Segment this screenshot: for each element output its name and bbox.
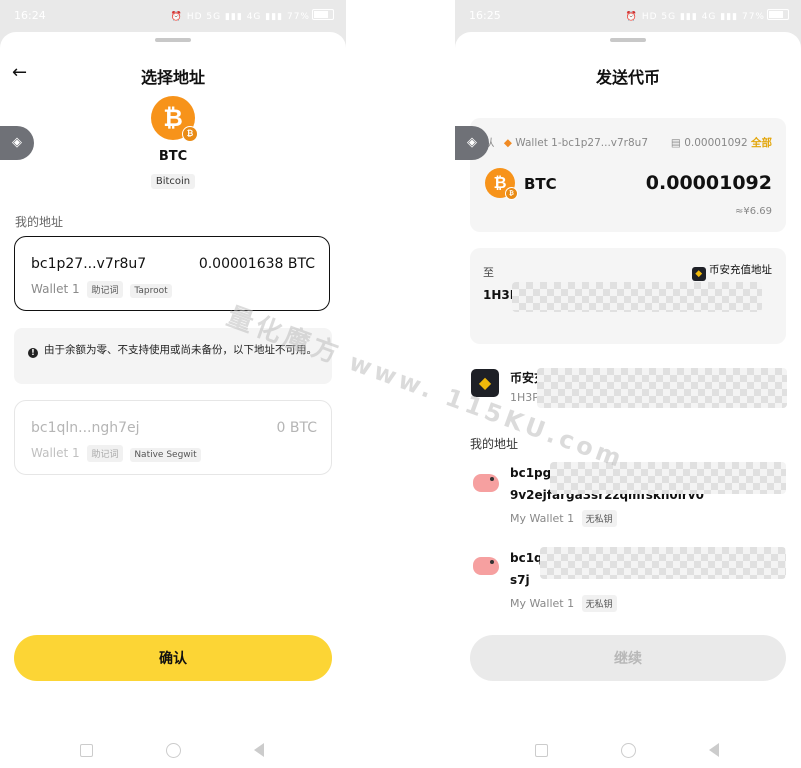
left-phone-screen: 16:24 ⏰ HD 5G ▮▮▮ 4G ▮▮▮ 77% ← 选择地址 ₿ ₿ B… <box>0 0 346 768</box>
address-text: bc1qln...ngh7ej <box>31 420 140 436</box>
status-bar: 16:24 ⏰ HD 5G ▮▮▮ 4G ▮▮▮ 77% <box>0 0 346 32</box>
sheet-handle[interactable] <box>155 38 191 42</box>
nav-home-icon[interactable] <box>166 743 181 758</box>
address-type-badge: Taproot <box>130 284 172 298</box>
coin-name-wrap: Bitcoin <box>0 169 346 189</box>
select-address-sheet: ← 选择地址 ₿ ₿ BTC Bitcoin 我的地址 bc1p27...v7r8… <box>0 32 346 732</box>
section-label-my-address: 我的地址 <box>470 437 519 451</box>
token-symbol[interactable]: BTC <box>524 175 557 193</box>
redacted-address-mask <box>512 282 762 312</box>
address-balance: 0 BTC <box>276 420 317 436</box>
btc-coin-icon: ₿ ₿ <box>151 96 198 142</box>
wallet-name: Wallet 1 <box>31 282 80 296</box>
battery-percent: 77% <box>741 12 765 22</box>
my-address-item-1[interactable]: bc1pgg 9v2ejfarga3sr2zqmfskn0lrv0 My Wal… <box>455 462 801 528</box>
address-meta: Wallet 1 助记词 Taproot <box>31 281 172 298</box>
address-meta: My Wallet 1 无私钥 <box>510 595 617 612</box>
status-icons: ⏰ HD 5G ▮▮▮ 4G ▮▮▮ 77% <box>171 9 334 22</box>
nav-back-icon[interactable] <box>254 743 264 757</box>
side-float-tab-icon[interactable]: ◈ <box>455 126 489 160</box>
address-balance: 0.00001638 BTC <box>198 256 315 272</box>
redacted-address-mask <box>537 368 787 408</box>
binance-icon: ◆ <box>691 267 706 281</box>
btc-network-icon: ₿ <box>505 187 518 200</box>
status-time: 16:25 <box>469 9 501 22</box>
system-nav-bar <box>0 732 346 768</box>
fox-wallet-icon: ◆ <box>503 137 512 149</box>
address-meta: Wallet 1 助记词 Native Segwit <box>31 445 201 462</box>
piggy-wallet-icon <box>473 557 499 575</box>
from-row: 从 ◆ Wallet 1-bc1p27...v7r8u7 <box>484 135 648 150</box>
my-address-item-2[interactable]: bc1q s7j My Wallet 1 无私钥 <box>455 547 801 613</box>
wallet-name: My Wallet 1 <box>510 597 575 610</box>
wallet-name: My Wallet 1 <box>510 512 575 525</box>
battery-icon <box>312 9 334 20</box>
no-private-key-badge: 无私钥 <box>581 595 617 612</box>
nav-back-icon[interactable] <box>709 743 719 757</box>
info-icon: ! <box>28 348 38 358</box>
address-line-1: bc1q <box>510 551 543 565</box>
to-panel: 至 ◆ 币安充值地址 1H3P <box>470 248 786 344</box>
status-bar: 16:25 ⏰ HD 5G ▮▮▮ 4G ▮▮▮ 77% <box>455 0 801 32</box>
from-wallet: Wallet 1-bc1p27...v7r8u7 <box>515 137 649 149</box>
mnemonic-badge: 助记词 <box>87 445 123 462</box>
address-card-selected[interactable]: bc1p27...v7r8u7 0.00001638 BTC Wallet 1 … <box>14 236 330 311</box>
wallet-name: Wallet 1 <box>31 446 80 460</box>
address-text: bc1p27...v7r8u7 <box>31 256 147 272</box>
confirm-button[interactable]: 确认 <box>14 635 332 681</box>
address-card-disabled: bc1qln...ngh7ej 0 BTC Wallet 1 助记词 Nativ… <box>14 400 332 475</box>
nav-recent-icon[interactable] <box>535 744 548 757</box>
fiat-value: ≈¥6.69 <box>734 206 772 217</box>
from-panel: 从 ◆ Wallet 1-bc1p27...v7r8u7 ▤ 0.0000109… <box>470 118 786 232</box>
exchange-label: 币安充值地址 <box>709 264 772 276</box>
mnemonic-badge: 助记词 <box>87 281 123 298</box>
btc-network-icon: ₿ <box>182 126 198 142</box>
section-label-my-address: 我的地址 <box>15 215 64 229</box>
battery-percent: 77% <box>286 12 310 22</box>
btc-coin-icon: ₿ ₿ <box>485 168 518 200</box>
exchange-item-address: 1H3P <box>510 391 539 404</box>
redacted-address-mask <box>550 462 786 494</box>
continue-button[interactable]: 继续 <box>470 635 786 681</box>
page-title: 选择地址 <box>140 68 205 87</box>
address-meta: My Wallet 1 无私钥 <box>510 510 617 527</box>
amount-input[interactable]: 0.00001092 <box>646 172 772 194</box>
max-all-button[interactable]: 全部 <box>751 137 772 149</box>
to-exchange-tag: ◆ 币安充值地址 <box>691 262 772 281</box>
redacted-address-mask <box>540 547 786 579</box>
coin-name-badge: Bitcoin <box>150 174 196 189</box>
battery-icon <box>767 9 789 20</box>
right-phone-screen: 16:25 ⏰ HD 5G ▮▮▮ 4G ▮▮▮ 77% 发送代币 从 ◆ Wa… <box>455 0 801 768</box>
system-nav-bar <box>455 732 801 768</box>
page-title: 发送代币 <box>595 68 660 87</box>
available-balance: 0.00001092 <box>684 137 748 149</box>
no-private-key-badge: 无私钥 <box>581 510 617 527</box>
sheet-handle[interactable] <box>610 38 646 42</box>
piggy-wallet-icon <box>473 474 499 492</box>
address-type-badge: Native Segwit <box>130 448 201 462</box>
status-time: 16:24 <box>14 9 46 22</box>
wallet-icon: ▤ <box>670 137 681 149</box>
to-label: 至 <box>483 266 494 279</box>
balance-row: ▤ 0.00001092 全部 <box>671 135 772 150</box>
status-icons: ⏰ HD 5G ▮▮▮ 4G ▮▮▮ 77% <box>626 9 789 22</box>
nav-home-icon[interactable] <box>621 743 636 758</box>
nav-recent-icon[interactable] <box>80 744 93 757</box>
coin-symbol: BTC <box>158 149 188 164</box>
send-token-sheet: 发送代币 从 ◆ Wallet 1-bc1p27...v7r8u7 ▤ 0.00… <box>455 32 801 732</box>
address-line-2: s7j <box>510 573 530 587</box>
side-float-tab-icon[interactable]: ◈ <box>0 126 34 160</box>
